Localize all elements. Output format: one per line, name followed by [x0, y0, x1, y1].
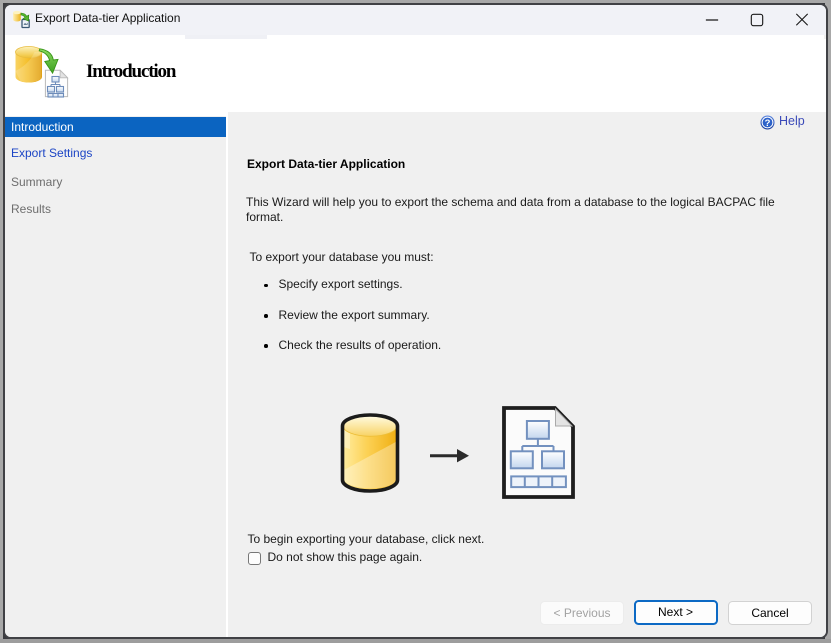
- svg-text:?: ?: [765, 118, 771, 129]
